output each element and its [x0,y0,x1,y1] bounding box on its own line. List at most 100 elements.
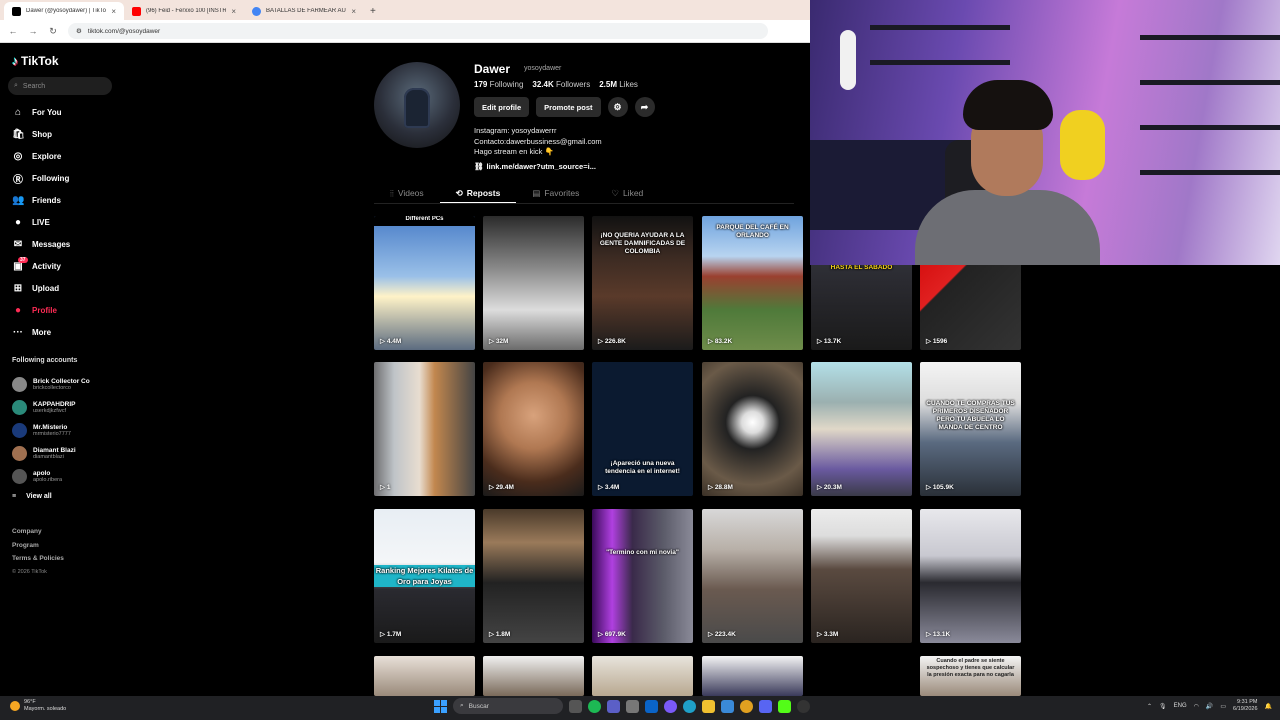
share-arrow-icon[interactable]: ➦ [634,97,655,117]
footer-link-terms[interactable]: Terms & Policies [12,552,64,566]
windows-start-icon[interactable] [434,699,447,713]
play-icon: ▷ [598,631,605,638]
video-thumbnail[interactable]: ▷ 1.8M [483,509,584,643]
settings-gear-icon[interactable]: ⚙ [607,97,628,117]
footer-link-company[interactable]: Company [12,525,64,539]
close-icon[interactable]: × [111,7,116,16]
outlook-icon[interactable] [645,699,658,713]
video-thumbnail[interactable]: ▷ 1 [374,362,475,496]
tab-reposts[interactable]: ⟲ Reposts [439,183,517,204]
video-thumbnail[interactable]: "Termino con mi novia" ▷ 697.9K [592,509,693,643]
view-count-value: 83.2K [714,338,733,345]
taskbar-search-input[interactable]: ⌕ Buscar [453,698,563,714]
sidebar-item-live[interactable]: ● LIVE [12,211,112,233]
video-thumbnail[interactable]: ▷ 13.1K [920,509,1021,643]
language-indicator[interactable]: ENG [1174,703,1187,709]
sidebar-item-profile[interactable]: ● Profile [12,299,112,321]
video-thumbnail[interactable] [374,656,475,696]
new-tab-button[interactable]: + [364,2,382,20]
video-thumbnail[interactable]: ▷ 223.4K [702,509,803,643]
volume-icon[interactable]: 🔊 [1206,703,1213,710]
chrome-icon[interactable] [740,699,753,713]
sidebar-item-following[interactable]: Ⓡ Following [12,167,112,189]
following-stat[interactable]: 179 Following [474,80,523,89]
video-thumbnail[interactable]: Different PCs ▷ 4.4M [374,216,475,350]
battery-icon[interactable]: ▭ [1220,703,1226,710]
reload-icon[interactable]: ↻ [48,26,58,37]
obs-icon[interactable] [797,699,810,713]
spotify-icon[interactable] [588,699,601,713]
weather-widget[interactable]: 96°F Mayorm. soleado [10,699,66,713]
video-thumbnail[interactable]: Cuando el padre se siente sospechoso y t… [920,656,1021,696]
following-account[interactable]: Diamant Blazi diamantblazi [12,442,117,465]
footer-link-program[interactable]: Program [12,539,64,553]
store-icon[interactable] [721,699,734,713]
video-thumbnail[interactable]: ▷ 28.8M [702,362,803,496]
video-thumbnail[interactable]: ¡NO QUERIA AYUDAR A LA GENTE DAMNIFICADA… [592,216,693,350]
tab-videos[interactable]: ⦙⦙ Videos [374,183,440,203]
sidebar-item-messages[interactable]: ✉ Messages [12,233,112,255]
url-field[interactable]: ⚙ tiktok.com/@yosoydawer [68,23,768,39]
sidebar-item-friends[interactable]: 👥 Friends [12,189,112,211]
video-thumbnail[interactable]: ▷ 20.3M [811,362,912,496]
video-thumbnail[interactable]: ¡Apareció una nueva tendencia en el inte… [592,362,693,496]
chevron-up-icon[interactable]: ⌃ [1147,703,1152,710]
tab-liked[interactable]: ♡ Liked [595,183,659,203]
notification-bell-icon[interactable]: 🔔 [1265,703,1272,710]
microphone-icon[interactable]: 🎙 [1159,703,1167,710]
video-thumbnail[interactable]: ▷ 3.3M [811,509,912,643]
video-thumbnail[interactable]: CUANDO TE COMPRAS TUS PRIMEROS DISEÑADOR… [920,362,1021,496]
promote-post-button[interactable]: Promote post [536,97,601,117]
video-thumbnail[interactable]: PARQUE DEL CAFÉ EN ORLANDO ▷ 83.2K [702,216,803,350]
browser-tab-google[interactable]: BATALLAS DE FARMEAR AURA × [244,2,364,20]
upload-icon: ⊞ [13,282,23,294]
video-grid: Different PCs ▷ 4.4M ▷ 32M ¡NO QUERIA AYUDA… [374,216,1034,696]
view-all-button[interactable]: ≡ View all [12,493,52,500]
video-thumbnail[interactable] [592,656,693,696]
video-thumbnail[interactable] [702,656,803,696]
clock[interactable]: 9:31 PM 6/19/2026 [1233,699,1257,713]
account-handle: userkdjkzfwcf [33,407,67,414]
edge-icon[interactable] [683,699,696,713]
sidebar-item-more[interactable]: ··· More [12,321,112,343]
forward-arrow-icon[interactable]: → [28,26,38,36]
kick-icon[interactable] [778,699,791,713]
video-thumbnail[interactable]: ▷ 32M [483,216,584,350]
search-input[interactable]: ⌕ Search [8,77,112,95]
following-account[interactable]: Mr.Misterio mrmisterio7777 [12,419,117,442]
tiktok-note-icon: ♪ [12,54,18,68]
teams-icon[interactable] [607,699,620,713]
edit-profile-button[interactable]: Edit profile [474,97,530,117]
copilot-icon[interactable] [664,699,677,713]
video-thumbnail[interactable]: ▷ 29.4M [483,362,584,496]
following-account[interactable]: apolo apolo.ribera [12,465,117,488]
following-account[interactable]: KAPPAHDRIP userkdjkzfwcf [12,396,117,419]
close-icon[interactable]: × [231,7,236,16]
main-nav: ⌂ For You 🛍 Shop ◎ Explore Ⓡ Following 👥 Friends ●… [12,101,112,343]
bio-line: Instagram: yosoydawerrr [474,126,557,135]
site-info-icon[interactable]: ⚙ [76,27,82,35]
browser-tab-tiktok[interactable]: Dawer (@yosoydawer) | TikTok × [4,2,124,20]
followers-stat[interactable]: 32.4K Followers [532,80,590,89]
file-explorer-icon[interactable] [702,699,715,713]
browser-tab-youtube[interactable]: (96) Feid - Ferxxo 100 [INSTRUM × [124,2,244,20]
close-icon[interactable]: × [351,7,356,16]
calculator-icon[interactable] [626,699,639,713]
sidebar-item-for-you[interactable]: ⌂ For You [12,101,112,123]
sidebar-item-upload[interactable]: ⊞ Upload [12,277,112,299]
video-thumbnail[interactable] [483,656,584,696]
sidebar-item-shop[interactable]: 🛍 Shop [12,123,112,145]
profile-avatar[interactable] [374,62,460,148]
discord-icon[interactable] [759,699,772,713]
sidebar-item-activity[interactable]: ▣ 37 Activity [12,255,112,277]
thumbnail-caption: PARQUE DEL CAFÉ EN ORLANDO [716,224,789,239]
back-arrow-icon[interactable]: ← [8,26,18,36]
video-thumbnail[interactable]: Ranking Mejores Kilates de Oro para Joya… [374,509,475,643]
profile-link[interactable]: ⛓ link.me/dawer?utm_source=i... [474,162,596,171]
tab-favorites[interactable]: ▤ Favorites [516,183,595,203]
sidebar-item-explore[interactable]: ◎ Explore [12,145,112,167]
tiktok-logo[interactable]: ♪ TikTok [12,54,59,68]
wifi-icon[interactable]: ◠ [1194,703,1199,710]
task-view-icon[interactable] [569,699,582,713]
following-account[interactable]: Brick Collector Co brickcollectorco [12,373,117,396]
